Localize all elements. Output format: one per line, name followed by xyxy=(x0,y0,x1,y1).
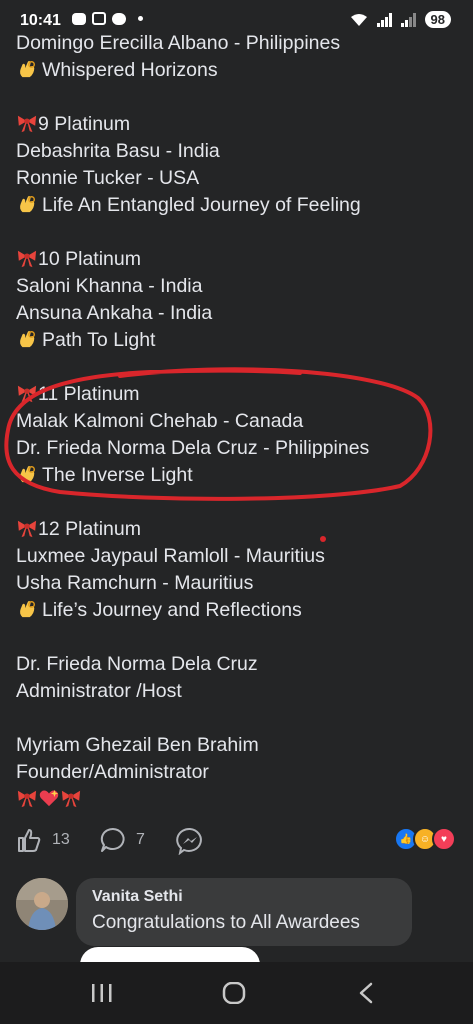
avatar[interactable] xyxy=(16,878,68,930)
post-line: Usha Ramchurn - Mauritius xyxy=(16,570,456,597)
post-line-text: Saloni Khanna - India xyxy=(16,275,203,297)
post-line-text: Life’s Journey and Reflections xyxy=(42,599,302,621)
post-line-text: Dr. Frieda Norma Dela Cruz xyxy=(16,653,258,675)
signal-icon-2 xyxy=(400,12,416,27)
post-line-text: Luxmee Jaypaul Ramloll - Mauritius xyxy=(16,545,325,567)
post-line: Ronnie Tucker - USA xyxy=(16,165,456,192)
post-line: Dr. Frieda Norma Dela Cruz xyxy=(16,651,456,678)
post-line: Luxmee Jaypaul Ramloll - Mauritius xyxy=(16,543,456,570)
like-count: 13 xyxy=(52,831,70,848)
post-line: Whispered Horizons xyxy=(16,57,456,84)
post-line: 12 Platinum xyxy=(16,516,456,543)
ribbon-icon xyxy=(16,248,38,268)
ok-hand-icon xyxy=(16,599,38,619)
cloud-icon xyxy=(112,12,126,25)
home-icon[interactable] xyxy=(222,982,246,1004)
post-line-text: Whispered Horizons xyxy=(42,59,218,81)
comment-count: 7 xyxy=(136,831,145,848)
post-line-text: 9 Platinum xyxy=(38,113,131,135)
post-line-text: Path To Light xyxy=(42,329,156,351)
comment-author[interactable]: Vanita Sethi xyxy=(92,888,396,906)
ribbon-icon xyxy=(16,518,38,538)
post-line-text: Ansuna Ankaha - India xyxy=(16,302,213,324)
love-icon: ♥ xyxy=(432,827,456,851)
post-line: Life’s Journey and Reflections xyxy=(16,597,456,624)
more-notifications-dot xyxy=(138,16,143,21)
thumbs-up-icon xyxy=(18,829,41,852)
reaction-summary[interactable]: 👍 ☺ ♥ xyxy=(394,827,456,851)
post-line-text: Founder/Administrator xyxy=(16,761,209,783)
comment-text: Congratulations to All Awardees xyxy=(92,912,360,933)
status-right: 98 xyxy=(349,11,451,28)
post-line: Ansuna Ankaha - India xyxy=(16,300,456,327)
sparkling-heart-icon xyxy=(38,788,60,808)
recent-apps-icon[interactable] xyxy=(90,982,114,1004)
post-line-text: Domingo Erecilla Albano - Philippines xyxy=(16,32,341,54)
post-line-text: Administrator /Host xyxy=(16,680,182,702)
post-line-text: 12 Platinum xyxy=(38,518,141,540)
ribbon-icon xyxy=(16,113,38,133)
post-line: Debashrita Basu - India xyxy=(16,138,456,165)
ok-hand-icon xyxy=(16,329,38,349)
post-line: Administrator /Host xyxy=(16,678,456,705)
ok-hand-icon xyxy=(16,194,38,214)
messenger-share-button[interactable] xyxy=(176,827,204,855)
post-line xyxy=(16,786,456,813)
post-line: Saloni Khanna - India xyxy=(16,273,456,300)
notification-icons xyxy=(72,12,143,25)
post-line-text: Ronnie Tucker - USA xyxy=(16,167,200,189)
post-line-text: Usha Ramchurn - Mauritius xyxy=(16,572,254,594)
post-line: 10 Platinum xyxy=(16,246,456,273)
red-annotation-circle xyxy=(4,367,433,501)
back-icon[interactable] xyxy=(356,982,378,1004)
post-line: 9 Platinum xyxy=(16,111,456,138)
ribbon-icon xyxy=(16,788,38,808)
post-line: Founder/Administrator xyxy=(16,759,456,786)
post-line-text: Myriam Ghezail Ben Brahim xyxy=(16,734,259,756)
post-line-text: 10 Platinum xyxy=(38,248,141,270)
youtube-icon xyxy=(72,12,86,25)
comment-icon xyxy=(100,827,125,852)
annotation-dot xyxy=(320,536,326,542)
post-line: Life An Entangled Journey of Feeling xyxy=(16,192,456,219)
status-time: 10:41 xyxy=(20,12,61,29)
comment-button[interactable]: 7 xyxy=(100,827,145,853)
comment-bubble[interactable]: Vanita Sethi Congratulations to All Awar… xyxy=(76,878,412,946)
post-line: Domingo Erecilla Albano - Philippines xyxy=(16,30,456,57)
like-button[interactable]: 13 xyxy=(16,827,70,853)
wifi-icon xyxy=(350,13,367,26)
screenshot-icon xyxy=(92,12,106,25)
android-nav-bar xyxy=(0,962,473,1024)
post-line: Path To Light xyxy=(16,327,456,354)
post-line-text: Debashrita Basu - India xyxy=(16,140,220,162)
reactions-bar: 13 7 👍 ☺ ♥ xyxy=(16,823,460,855)
battery-indicator: 98 xyxy=(424,11,451,28)
messenger-icon xyxy=(176,827,202,855)
post-line: Myriam Ghezail Ben Brahim xyxy=(16,732,456,759)
ok-hand-icon xyxy=(16,59,38,79)
ribbon-icon xyxy=(60,788,82,808)
post-line-text: Life An Entangled Journey of Feeling xyxy=(42,194,361,216)
signal-icon xyxy=(376,12,392,27)
